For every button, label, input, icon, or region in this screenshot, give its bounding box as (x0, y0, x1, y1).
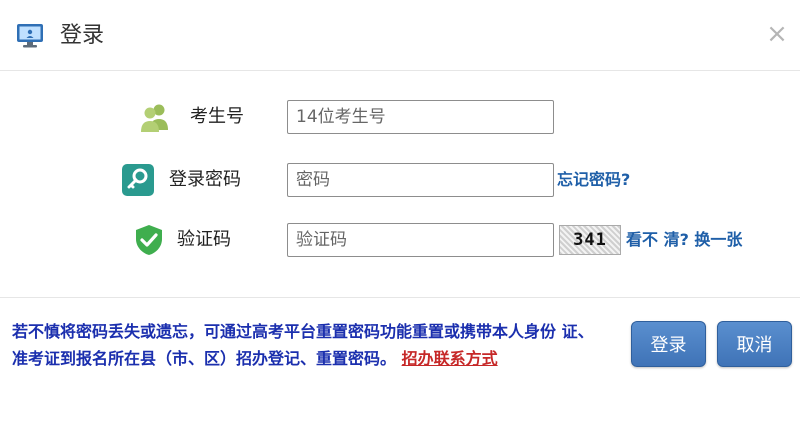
login-button[interactable]: 登录 (631, 321, 706, 367)
candidate-row: 考生号 (0, 97, 800, 137)
refresh-captcha-link[interactable]: 看不 清? 换一张 (626, 220, 742, 260)
notice-text: 若不慎将密码丢失或遗忘，可通过高考平台重置密码功能重置或携带本人身份 证、准考证… (12, 322, 594, 368)
password-row: 登录密码 忘记密码? (0, 160, 800, 200)
title-bar: 登录 × (0, 0, 800, 71)
password-input[interactable] (287, 163, 554, 197)
captcha-image[interactable]: 341 (559, 225, 621, 255)
divider (0, 297, 800, 298)
cancel-button[interactable]: 取消 (717, 321, 792, 367)
captcha-label: 验证码 (177, 229, 231, 250)
password-notice: 若不慎将密码丢失或遗忘，可通过高考平台重置密码功能重置或携带本人身份 证、准考证… (12, 318, 602, 372)
users-icon (138, 100, 172, 134)
candidate-label: 考生号 (190, 106, 244, 127)
password-label: 登录密码 (169, 169, 241, 190)
dialog-title: 登录 (60, 23, 105, 48)
close-button[interactable]: × (764, 19, 790, 49)
contact-link[interactable]: 招办联系方式 (402, 349, 498, 368)
candidate-number-input[interactable] (287, 100, 554, 134)
forgot-password-link[interactable]: 忘记密码? (557, 160, 630, 200)
shield-check-icon (132, 223, 166, 257)
captcha-row: 验证码 341 看不 清? 换一张 (0, 220, 800, 260)
captcha-input[interactable] (287, 223, 554, 257)
monitor-icon (14, 20, 46, 52)
login-dialog: 登录 × 考生号 登录密码 忘记密码? (0, 0, 800, 445)
key-icon (121, 163, 155, 197)
